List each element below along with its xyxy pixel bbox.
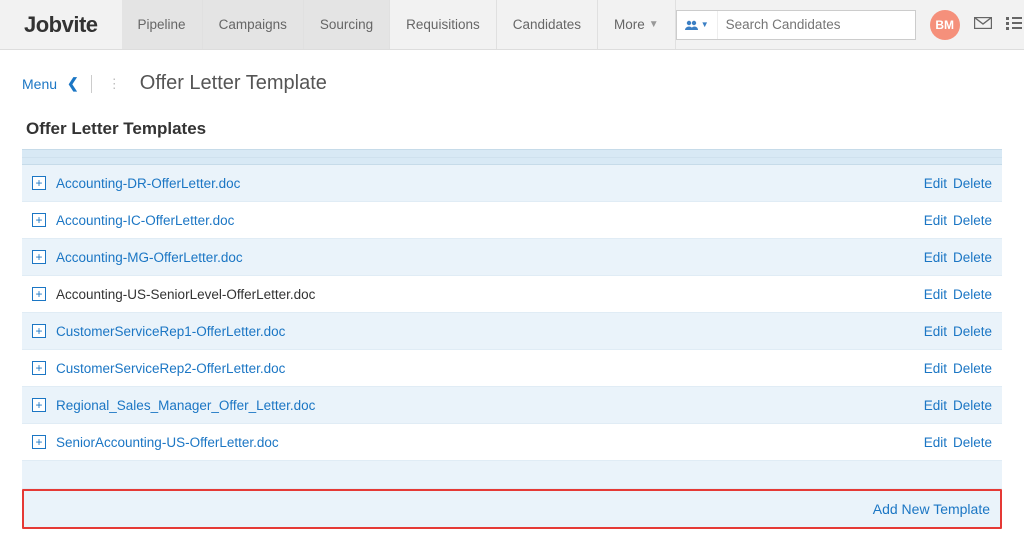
nav-tab-campaigns[interactable]: Campaigns (203, 0, 304, 49)
caret-down-icon: ▼ (649, 19, 659, 30)
table-row: + CustomerServiceRep1-OfferLetter.docEdit… (22, 313, 1002, 350)
template-name-link[interactable]: Accounting-MG-OfferLetter.doc (56, 250, 924, 265)
template-name-link[interactable]: CustomerServiceRep2-OfferLetter.doc (56, 361, 924, 376)
add-new-template-link[interactable]: Add New Template (873, 501, 990, 517)
row-actions: Edit Delete (924, 176, 992, 191)
expand-icon[interactable]: + (32, 176, 46, 190)
footer-row: Add New Template (22, 489, 1002, 529)
edit-link[interactable]: Edit (924, 324, 947, 339)
section: Offer Letter Templates + Accounting-DR-Of… (0, 113, 1024, 529)
row-actions: Edit Delete (924, 361, 992, 376)
edit-link[interactable]: Edit (924, 361, 947, 376)
edit-link[interactable]: Edit (924, 176, 947, 191)
table-row: + Accounting-IC-OfferLetter.docEdit Delete (22, 202, 1002, 239)
nav-tab-requisitions[interactable]: Requisitions (390, 0, 497, 49)
page-title: Offer Letter Template (140, 72, 327, 95)
avatar[interactable]: BM (930, 10, 960, 40)
expand-icon[interactable]: + (32, 250, 46, 264)
logo: Jobvite (0, 12, 122, 38)
edit-link[interactable]: Edit (924, 398, 947, 413)
row-actions: Edit Delete (924, 287, 992, 302)
delete-link[interactable]: Delete (953, 435, 992, 450)
nav-tab-label: Requisitions (406, 17, 480, 32)
delete-link[interactable]: Delete (953, 250, 992, 265)
row-actions: Edit Delete (924, 435, 992, 450)
list-icon[interactable] (1006, 14, 1022, 35)
expand-icon[interactable]: + (32, 435, 46, 449)
template-name-link[interactable]: CustomerServiceRep1-OfferLetter.doc (56, 324, 924, 339)
nav-tab-label: Pipeline (138, 17, 186, 32)
table-row: + Accounting-US-SeniorLevel-OfferLetter.d… (22, 276, 1002, 313)
expand-icon[interactable]: + (32, 213, 46, 227)
template-name-link: Accounting-US-SeniorLevel-OfferLetter.do… (56, 287, 924, 302)
search-wrap[interactable]: ▼ (676, 10, 916, 40)
topbar-right: ▼ BM ? (676, 10, 1024, 40)
delete-link[interactable]: Delete (953, 287, 992, 302)
edit-link[interactable]: Edit (924, 250, 947, 265)
expand-icon[interactable]: + (32, 361, 46, 375)
page-header: Menu ❮ ⋮ Offer Letter Template (0, 50, 1024, 113)
divider (91, 75, 92, 93)
template-name-link[interactable]: Accounting-DR-OfferLetter.doc (56, 176, 924, 191)
edit-link[interactable]: Edit (924, 435, 947, 450)
topbar: Jobvite Pipeline Campaigns Sourcing Requisi… (0, 0, 1024, 50)
search-scope-icon[interactable]: ▼ (677, 11, 718, 39)
table-row: + Regional_Sales_Manager_Offer_Letter.doc… (22, 387, 1002, 424)
template-list: +Accounting-DR-OfferLetter.docEditDelete… (22, 165, 1002, 461)
mail-icon[interactable] (974, 16, 992, 34)
more-dots-icon[interactable]: ⋮ (108, 76, 120, 92)
delete-link[interactable]: Delete (953, 398, 992, 413)
table-row: + CustomerServiceRep2-OfferLetter.docEdit… (22, 350, 1002, 387)
nav-tab-pipeline[interactable]: Pipeline (122, 0, 203, 49)
edit-link[interactable]: Edit (924, 213, 947, 228)
row-actions: Edit Delete (924, 324, 992, 339)
table-row: + SeniorAccounting-US-OfferLetter.docEdit… (22, 424, 1002, 461)
row-actions: Edit Delete (924, 213, 992, 228)
table-row: + Accounting-DR-OfferLetter.docEdit Delete (22, 165, 1002, 202)
nav-tab-label: Candidates (513, 17, 581, 32)
template-name-link[interactable]: Accounting-IC-OfferLetter.doc (56, 213, 924, 228)
nav-tab-label: Sourcing (320, 17, 373, 32)
expand-icon[interactable]: + (32, 398, 46, 412)
spacer-row (22, 461, 1002, 489)
template-name-link[interactable]: Regional_Sales_Manager_Offer_Letter.doc (56, 398, 924, 413)
nav-tabs: Pipeline Campaigns Sourcing Requisitions Can… (122, 0, 676, 49)
search-input[interactable] (718, 11, 915, 39)
table-header-stripe (22, 149, 1002, 165)
expand-icon[interactable]: + (32, 324, 46, 338)
nav-tab-sourcing[interactable]: Sourcing (304, 0, 390, 49)
nav-tab-label: More (614, 17, 645, 32)
chevron-left-icon[interactable]: ❮ (67, 75, 79, 92)
delete-link[interactable]: Delete (953, 213, 992, 228)
nav-tab-more[interactable]: More ▼ (598, 0, 676, 49)
section-title: Offer Letter Templates (22, 113, 1002, 149)
edit-link[interactable]: Edit (924, 287, 947, 302)
delete-link[interactable]: Delete (953, 361, 992, 376)
nav-tab-candidates[interactable]: Candidates (497, 0, 598, 49)
template-name-link[interactable]: SeniorAccounting-US-OfferLetter.doc (56, 435, 924, 450)
menu-label: Menu (22, 76, 57, 92)
row-actions: Edit Delete (924, 250, 992, 265)
delete-link[interactable]: Delete (953, 324, 992, 339)
row-actions: Edit Delete (924, 398, 992, 413)
delete-link[interactable]: Delete (953, 176, 992, 191)
expand-icon[interactable]: + (32, 287, 46, 301)
menu-back-link[interactable]: Menu (22, 76, 57, 92)
table-row: + Accounting-MG-OfferLetter.docEdit Delete (22, 239, 1002, 276)
nav-tab-label: Campaigns (219, 17, 287, 32)
